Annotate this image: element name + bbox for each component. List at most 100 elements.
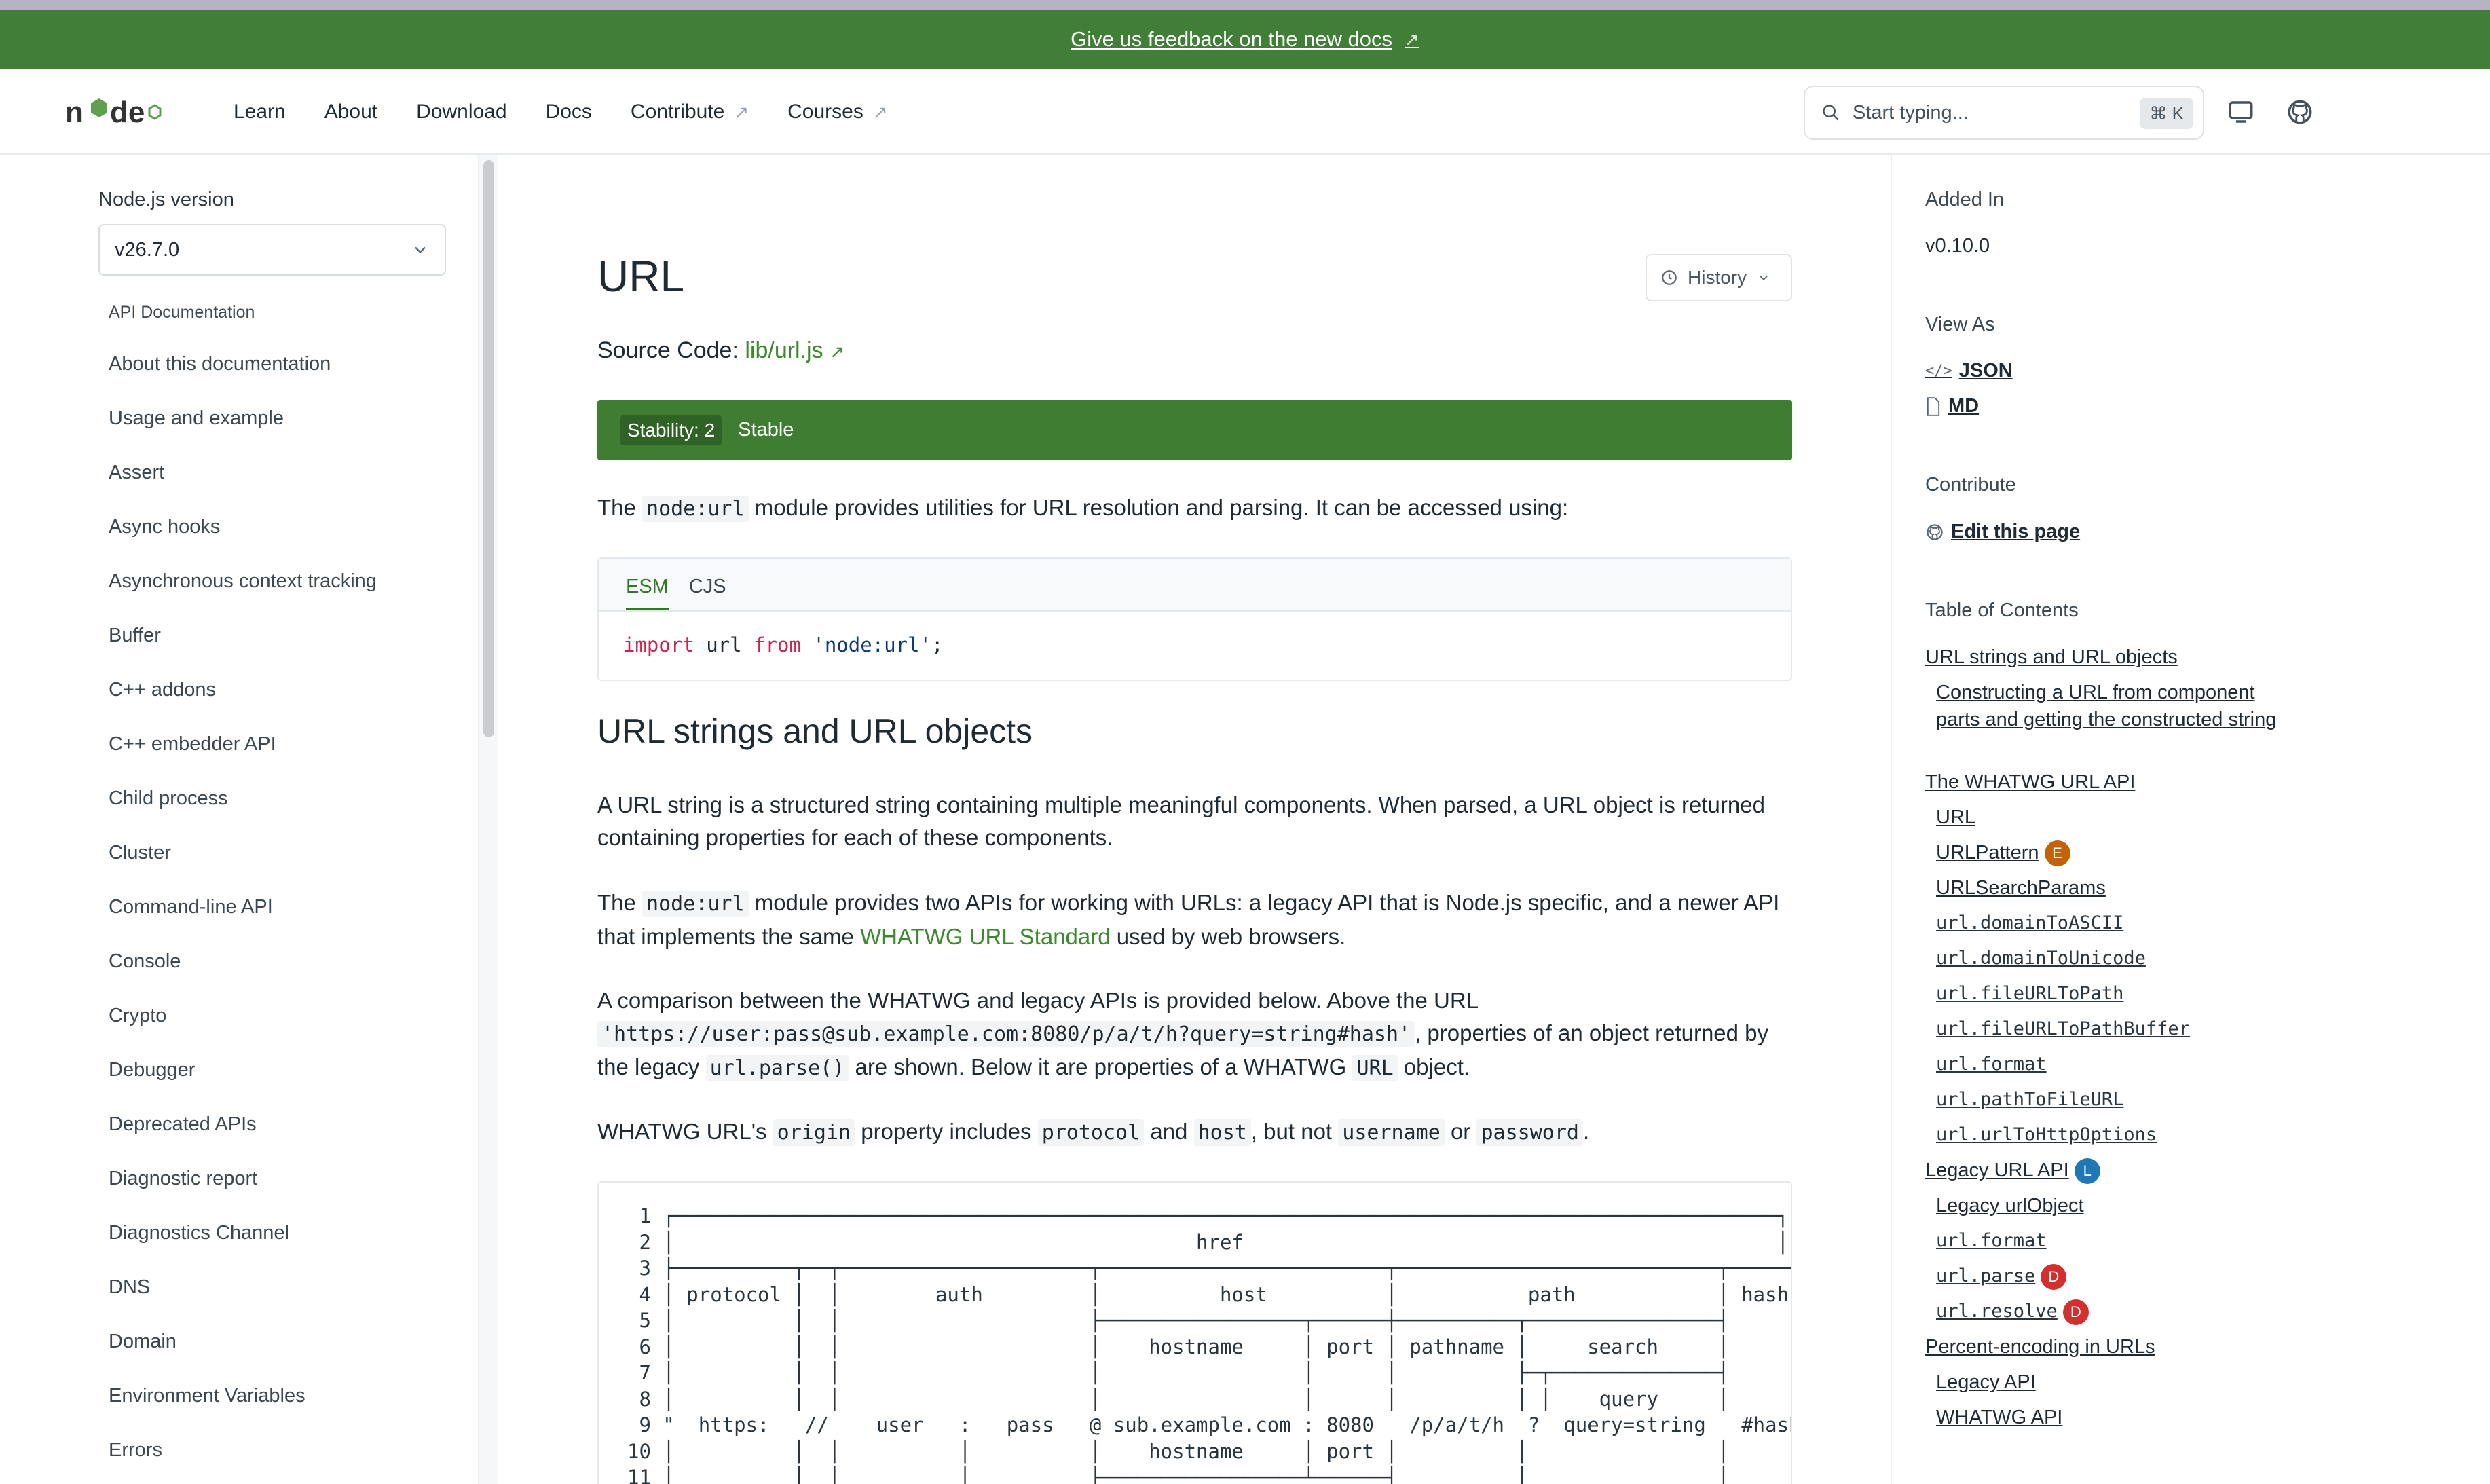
sidebar-item[interactable]: Crypto: [109, 1005, 166, 1027]
nav-link-download[interactable]: Download: [416, 100, 506, 124]
section-heading: URL strings and URL objects: [597, 712, 1033, 750]
text: A comparison between the WHATWG and lega…: [597, 988, 1478, 1013]
theme-toggle-icon[interactable]: [2227, 98, 2255, 126]
toc-link-label: url.domainToASCII: [1936, 912, 2124, 933]
toc-link[interactable]: url.format: [1936, 1227, 2294, 1255]
toc-link[interactable]: Legacy urlObject: [1936, 1192, 2294, 1219]
sidebar-item[interactable]: Debugger: [109, 1059, 195, 1081]
toc-link[interactable]: Percent-encoding in URLs: [1925, 1333, 2294, 1360]
source-link[interactable]: lib/url.js ↗: [745, 337, 844, 363]
contribute-label: Contribute: [1925, 474, 2016, 496]
sidebar-item[interactable]: Environment Variables: [109, 1385, 305, 1407]
code-punct: ;: [931, 633, 944, 656]
stability-banner: Stability: 2 Stable: [597, 400, 1792, 460]
feedback-link[interactable]: Give us feedback on the new docs ↗: [1071, 27, 1419, 52]
sidebar-item[interactable]: Buffer: [109, 625, 161, 647]
sidebar-item[interactable]: Child process: [109, 787, 228, 810]
whatwg-standard-link[interactable]: WHATWG URL Standard: [860, 924, 1111, 949]
sidebar-item[interactable]: C++ embedder API: [109, 733, 276, 756]
code-keyword: from: [754, 633, 801, 656]
stability-badge: Stability: 2: [620, 415, 722, 445]
code-string: 'node:url': [800, 633, 931, 656]
view-json-link[interactable]: </> JSON: [1925, 360, 2013, 382]
toc-link-label: Legacy API: [1936, 1371, 2036, 1393]
toc-link[interactable]: URLPattern E: [1936, 839, 2294, 867]
toc-link[interactable]: Legacy API: [1936, 1369, 2294, 1396]
view-md-link[interactable]: MD: [1925, 395, 1979, 418]
toc-link-label: Legacy urlObject: [1936, 1195, 2084, 1217]
inline-code: origin: [773, 1119, 855, 1146]
toc-link[interactable]: url.domainToASCII: [1936, 910, 2294, 937]
inline-code: protocol: [1037, 1119, 1145, 1146]
text: and: [1144, 1119, 1194, 1144]
sidebar-item[interactable]: Errors: [109, 1439, 162, 1462]
inline-code: node:url: [642, 891, 749, 917]
view-md-label: MD: [1948, 395, 1980, 417]
toc-link[interactable]: URLSearchParams: [1936, 874, 2294, 902]
version-select[interactable]: v26.7.0: [98, 224, 446, 276]
history-button[interactable]: History: [1646, 254, 1792, 301]
window-top-strip: [0, 0, 2490, 10]
toc-link[interactable]: Constructing a URL from component parts …: [1936, 679, 2294, 733]
toc-link[interactable]: url.fileURLToPath: [1936, 980, 2294, 1007]
sidebar-item[interactable]: Assert: [109, 462, 164, 484]
toc-link-label: Constructing a URL from component parts …: [1936, 682, 2277, 730]
sidebar-scrollbar-thumb[interactable]: [483, 160, 494, 737]
stability-pill-icon: D: [2041, 1263, 2067, 1290]
nav-link-contribute[interactable]: Contribute ↗: [631, 100, 749, 124]
toc-label: Table of Contents: [1925, 599, 2079, 621]
nav-link-courses[interactable]: Courses ↗: [787, 100, 888, 124]
sidebar-item[interactable]: Command-line API: [109, 896, 273, 919]
toc-link[interactable]: URL: [1936, 804, 2294, 831]
version-value: v26.7.0: [115, 238, 180, 261]
sidebar-item[interactable]: Domain: [109, 1331, 176, 1353]
toc-link[interactable]: url.pathToFileURL: [1936, 1086, 2294, 1113]
inline-code: URL: [1352, 1055, 1398, 1081]
nav-link-label: About: [324, 100, 378, 123]
nav-link-learn[interactable]: Learn: [234, 100, 286, 124]
sidebar-item[interactable]: DNS: [109, 1276, 150, 1299]
toc-link[interactable]: url.fileURLToPathBuffer: [1936, 1016, 2294, 1043]
github-icon: [1927, 523, 1943, 540]
sidebar-item[interactable]: About this documentation: [109, 353, 331, 375]
text: , but not: [1250, 1119, 1339, 1144]
toc-link[interactable]: The WHATWG URL API: [1925, 768, 2294, 796]
nav-link-label: Download: [416, 100, 507, 123]
toc-link[interactable]: URL strings and URL objects: [1925, 644, 2294, 671]
external-arrow-icon: ↗: [1405, 29, 1419, 50]
stability-pill-icon: L: [2074, 1158, 2100, 1185]
edit-page-link[interactable]: Edit this page: [1925, 521, 2080, 543]
sidebar-item[interactable]: Diagnostics Channel: [109, 1222, 289, 1244]
sidebar-item[interactable]: Console: [109, 950, 181, 973]
nav-links: Learn About Download Docs Contribute ↗ Courses…: [234, 69, 927, 155]
search-box[interactable]: Start typing... ⌘ K: [1804, 86, 2204, 140]
toc-link[interactable]: url.format: [1936, 1051, 2294, 1078]
code-line: import url from 'node:url';: [599, 612, 1791, 656]
nav-link-about[interactable]: About: [324, 100, 377, 124]
tab-cjs[interactable]: CJS: [689, 576, 726, 610]
toc-link[interactable]: url.domainToUnicode: [1936, 945, 2294, 972]
toc-link[interactable]: WHATWG API: [1936, 1404, 2294, 1431]
nav-link-docs[interactable]: Docs: [546, 100, 592, 124]
sidebar-item[interactable]: Cluster: [109, 842, 171, 864]
source-code-line: Source Code: lib/url.js ↗: [597, 337, 844, 364]
toc-link-label: URL strings and URL objects: [1925, 646, 2178, 668]
sidebar-item[interactable]: Asynchronous context tracking: [109, 570, 377, 593]
sidebar-item[interactable]: Async hooks: [109, 516, 220, 538]
sidebar-item[interactable]: Usage and example: [109, 407, 284, 430]
toc-link[interactable]: url.parse D: [1936, 1263, 2294, 1290]
paragraph-3: A comparison between the WHATWG and lega…: [597, 984, 1799, 1085]
toc-link[interactable]: Legacy URL API L: [1925, 1157, 2294, 1185]
sidebar-item[interactable]: C++ addons: [109, 679, 216, 701]
toc-link-label: url.format: [1936, 1230, 2047, 1251]
sidebar-item[interactable]: Deprecated APIs: [109, 1113, 257, 1136]
sidebar-item[interactable]: Diagnostic report: [109, 1168, 257, 1190]
edit-page-label: Edit this page: [1951, 521, 2081, 542]
text: WHATWG URL's: [597, 1119, 773, 1144]
tab-esm[interactable]: ESM: [626, 576, 669, 610]
github-icon[interactable]: [2286, 98, 2314, 126]
toc-link[interactable]: url.resolve D: [1936, 1298, 2294, 1325]
toc-link[interactable]: url.urlToHttpOptions: [1936, 1121, 2294, 1149]
nav-link-label: Courses: [787, 100, 863, 123]
nodejs-logo[interactable]: n de: [65, 96, 174, 130]
